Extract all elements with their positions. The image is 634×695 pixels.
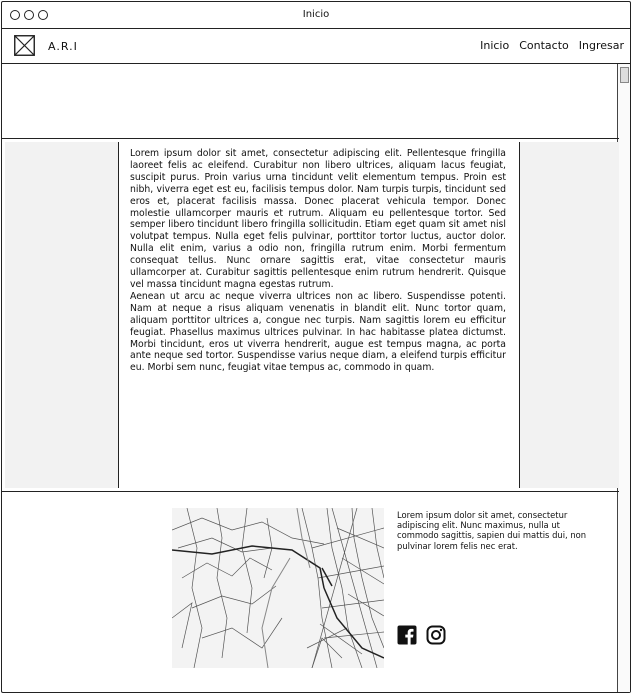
content-row: Lorem ipsum dolor sit amet, consectetur …	[2, 138, 619, 492]
browser-window: Inicio A.R.I Inicio Contacto Ingresar Lo…	[1, 1, 631, 693]
logo-image-placeholder-icon[interactable]	[14, 35, 35, 56]
nav-link-inicio[interactable]: Inicio	[480, 39, 509, 52]
logo-text[interactable]: A.R.I	[48, 40, 78, 53]
hero-band	[2, 64, 619, 138]
article-paragraph-2: Aenean ut arcu ac neque viverra ultrices…	[130, 290, 506, 374]
scrollbar-thumb[interactable]	[620, 67, 629, 83]
article-body: Lorem ipsum dolor sit amet, consectetur …	[130, 148, 506, 374]
title-bar: Inicio	[2, 2, 630, 29]
facebook-icon[interactable]	[397, 625, 417, 645]
left-sidebar	[5, 142, 119, 488]
nav-link-contacto[interactable]: Contacto	[519, 39, 569, 52]
navbar: A.R.I Inicio Contacto Ingresar	[2, 29, 630, 64]
nav-links: Inicio Contacto Ingresar	[480, 39, 624, 52]
right-sidebar	[519, 142, 619, 488]
footer: Lorem ipsum dolor sit amet, consectetur …	[2, 491, 619, 692]
page-content: Lorem ipsum dolor sit amet, consectetur …	[2, 64, 619, 692]
map-image[interactable]	[172, 508, 384, 668]
social-links	[397, 625, 446, 645]
article-paragraph-1: Lorem ipsum dolor sit amet, consectetur …	[130, 148, 506, 290]
nav-link-ingresar[interactable]: Ingresar	[579, 39, 624, 52]
instagram-icon[interactable]	[426, 625, 446, 645]
window-title: Inicio	[302, 9, 330, 20]
footer-description: Lorem ipsum dolor sit amet, consectetur …	[397, 510, 587, 551]
